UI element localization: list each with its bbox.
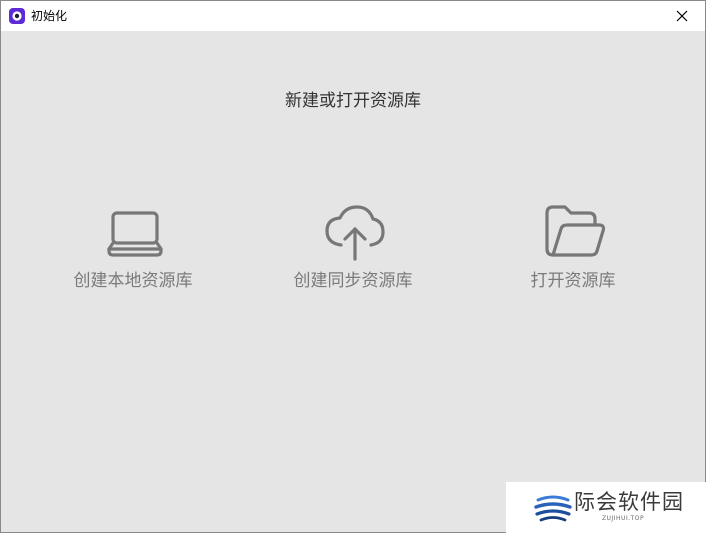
- app-logo-icon: [9, 8, 25, 24]
- close-icon: [676, 10, 688, 22]
- create-sync-library-button[interactable]: 创建同步资源库: [263, 201, 443, 301]
- watermark: 际会软件园 ZUJIHUI.TOP: [506, 482, 706, 533]
- open-library-label: 打开资源库: [530, 271, 616, 291]
- watermark-text: 际会软件园: [574, 490, 684, 514]
- open-library-button[interactable]: 打开资源库: [483, 201, 663, 301]
- laptop-icon: [107, 211, 163, 257]
- watermark-subtext: ZUJIHUI.TOP: [602, 515, 645, 522]
- close-button[interactable]: [659, 1, 705, 31]
- window-title: 初始化: [31, 9, 68, 23]
- create-local-library-label: 创建本地资源库: [73, 271, 193, 291]
- create-local-library-button[interactable]: 创建本地资源库: [43, 201, 223, 301]
- init-window: 初始化 新建或打开资源库 创建本地资源库 创建同步资源库 打开资源库: [0, 0, 706, 533]
- cloud-upload-icon: [325, 205, 385, 261]
- folder-open-icon: [545, 205, 606, 257]
- create-sync-library-label: 创建同步资源库: [293, 271, 413, 291]
- title-bar[interactable]: 初始化: [1, 1, 705, 31]
- page-heading: 新建或打开资源库: [285, 91, 421, 111]
- globe-logo-icon: [534, 490, 572, 524]
